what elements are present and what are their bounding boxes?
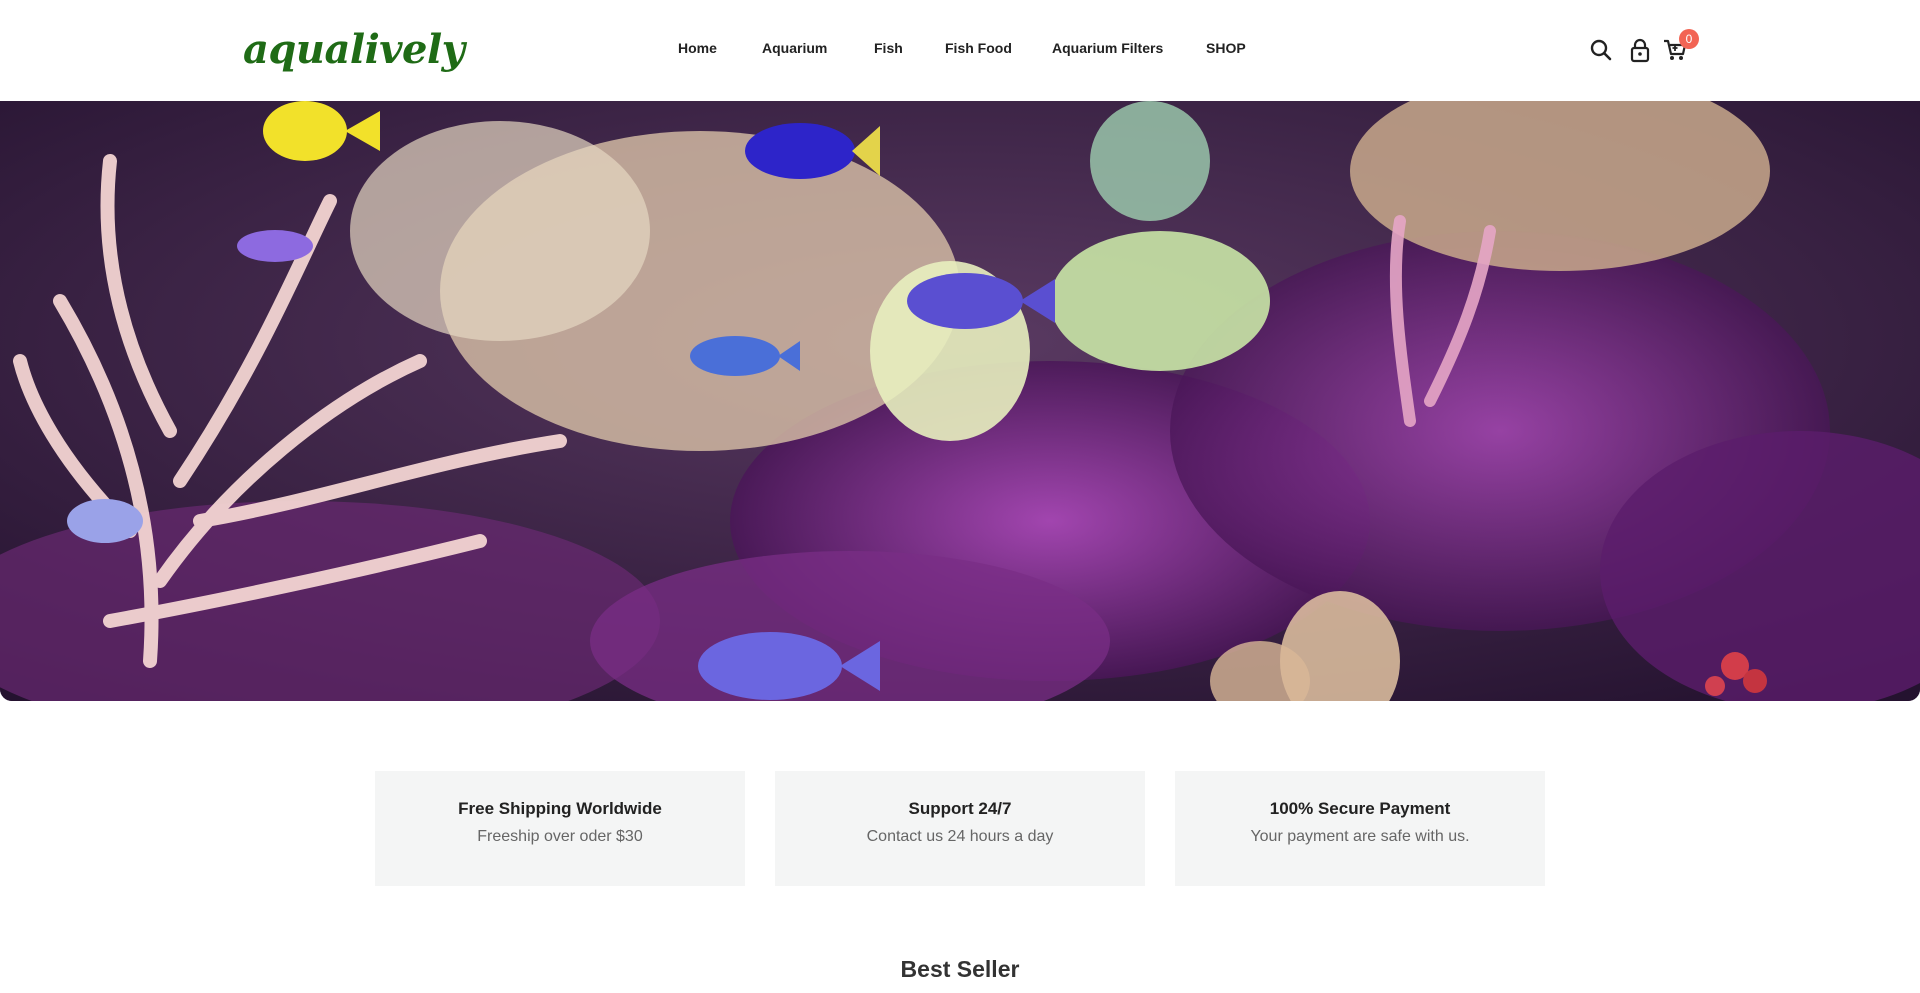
site-header: aqualively Home Aquarium Fish Fish Food … (0, 0, 1920, 101)
nav-item-home[interactable]: Home (678, 40, 717, 56)
nav-item-fish-food[interactable]: Fish Food (945, 40, 1012, 56)
lock-icon[interactable] (1626, 36, 1654, 64)
feature-support: Support 24/7 Contact us 24 hours a day (775, 771, 1145, 886)
search-icon[interactable] (1587, 36, 1615, 64)
nav-item-aquarium[interactable]: Aquarium (762, 40, 827, 56)
feature-title: Support 24/7 (908, 799, 1012, 818)
nav-item-aquarium-filters[interactable]: Aquarium Filters (1052, 40, 1163, 56)
nav-item-fish[interactable]: Fish (874, 40, 903, 56)
feature-title: Free Shipping Worldwide (458, 799, 662, 818)
feature-subtitle: Your payment are safe with us. (1250, 828, 1470, 845)
feature-subtitle: Contact us 24 hours a day (866, 828, 1054, 845)
aquarium-reef-image (0, 101, 1920, 701)
nav-item-shop[interactable]: SHOP (1206, 40, 1246, 56)
hero-banner (0, 101, 1920, 701)
feature-secure-payment: 100% Secure Payment Your payment are saf… (1175, 771, 1545, 886)
feature-title: 100% Secure Payment (1269, 799, 1451, 818)
best-seller-heading: Best Seller (900, 956, 1020, 982)
feature-subtitle: Freeship over oder $30 (477, 828, 643, 845)
cart-count-badge: 0 (1679, 29, 1699, 49)
feature-free-shipping: Free Shipping Worldwide Freeship over od… (375, 771, 745, 886)
